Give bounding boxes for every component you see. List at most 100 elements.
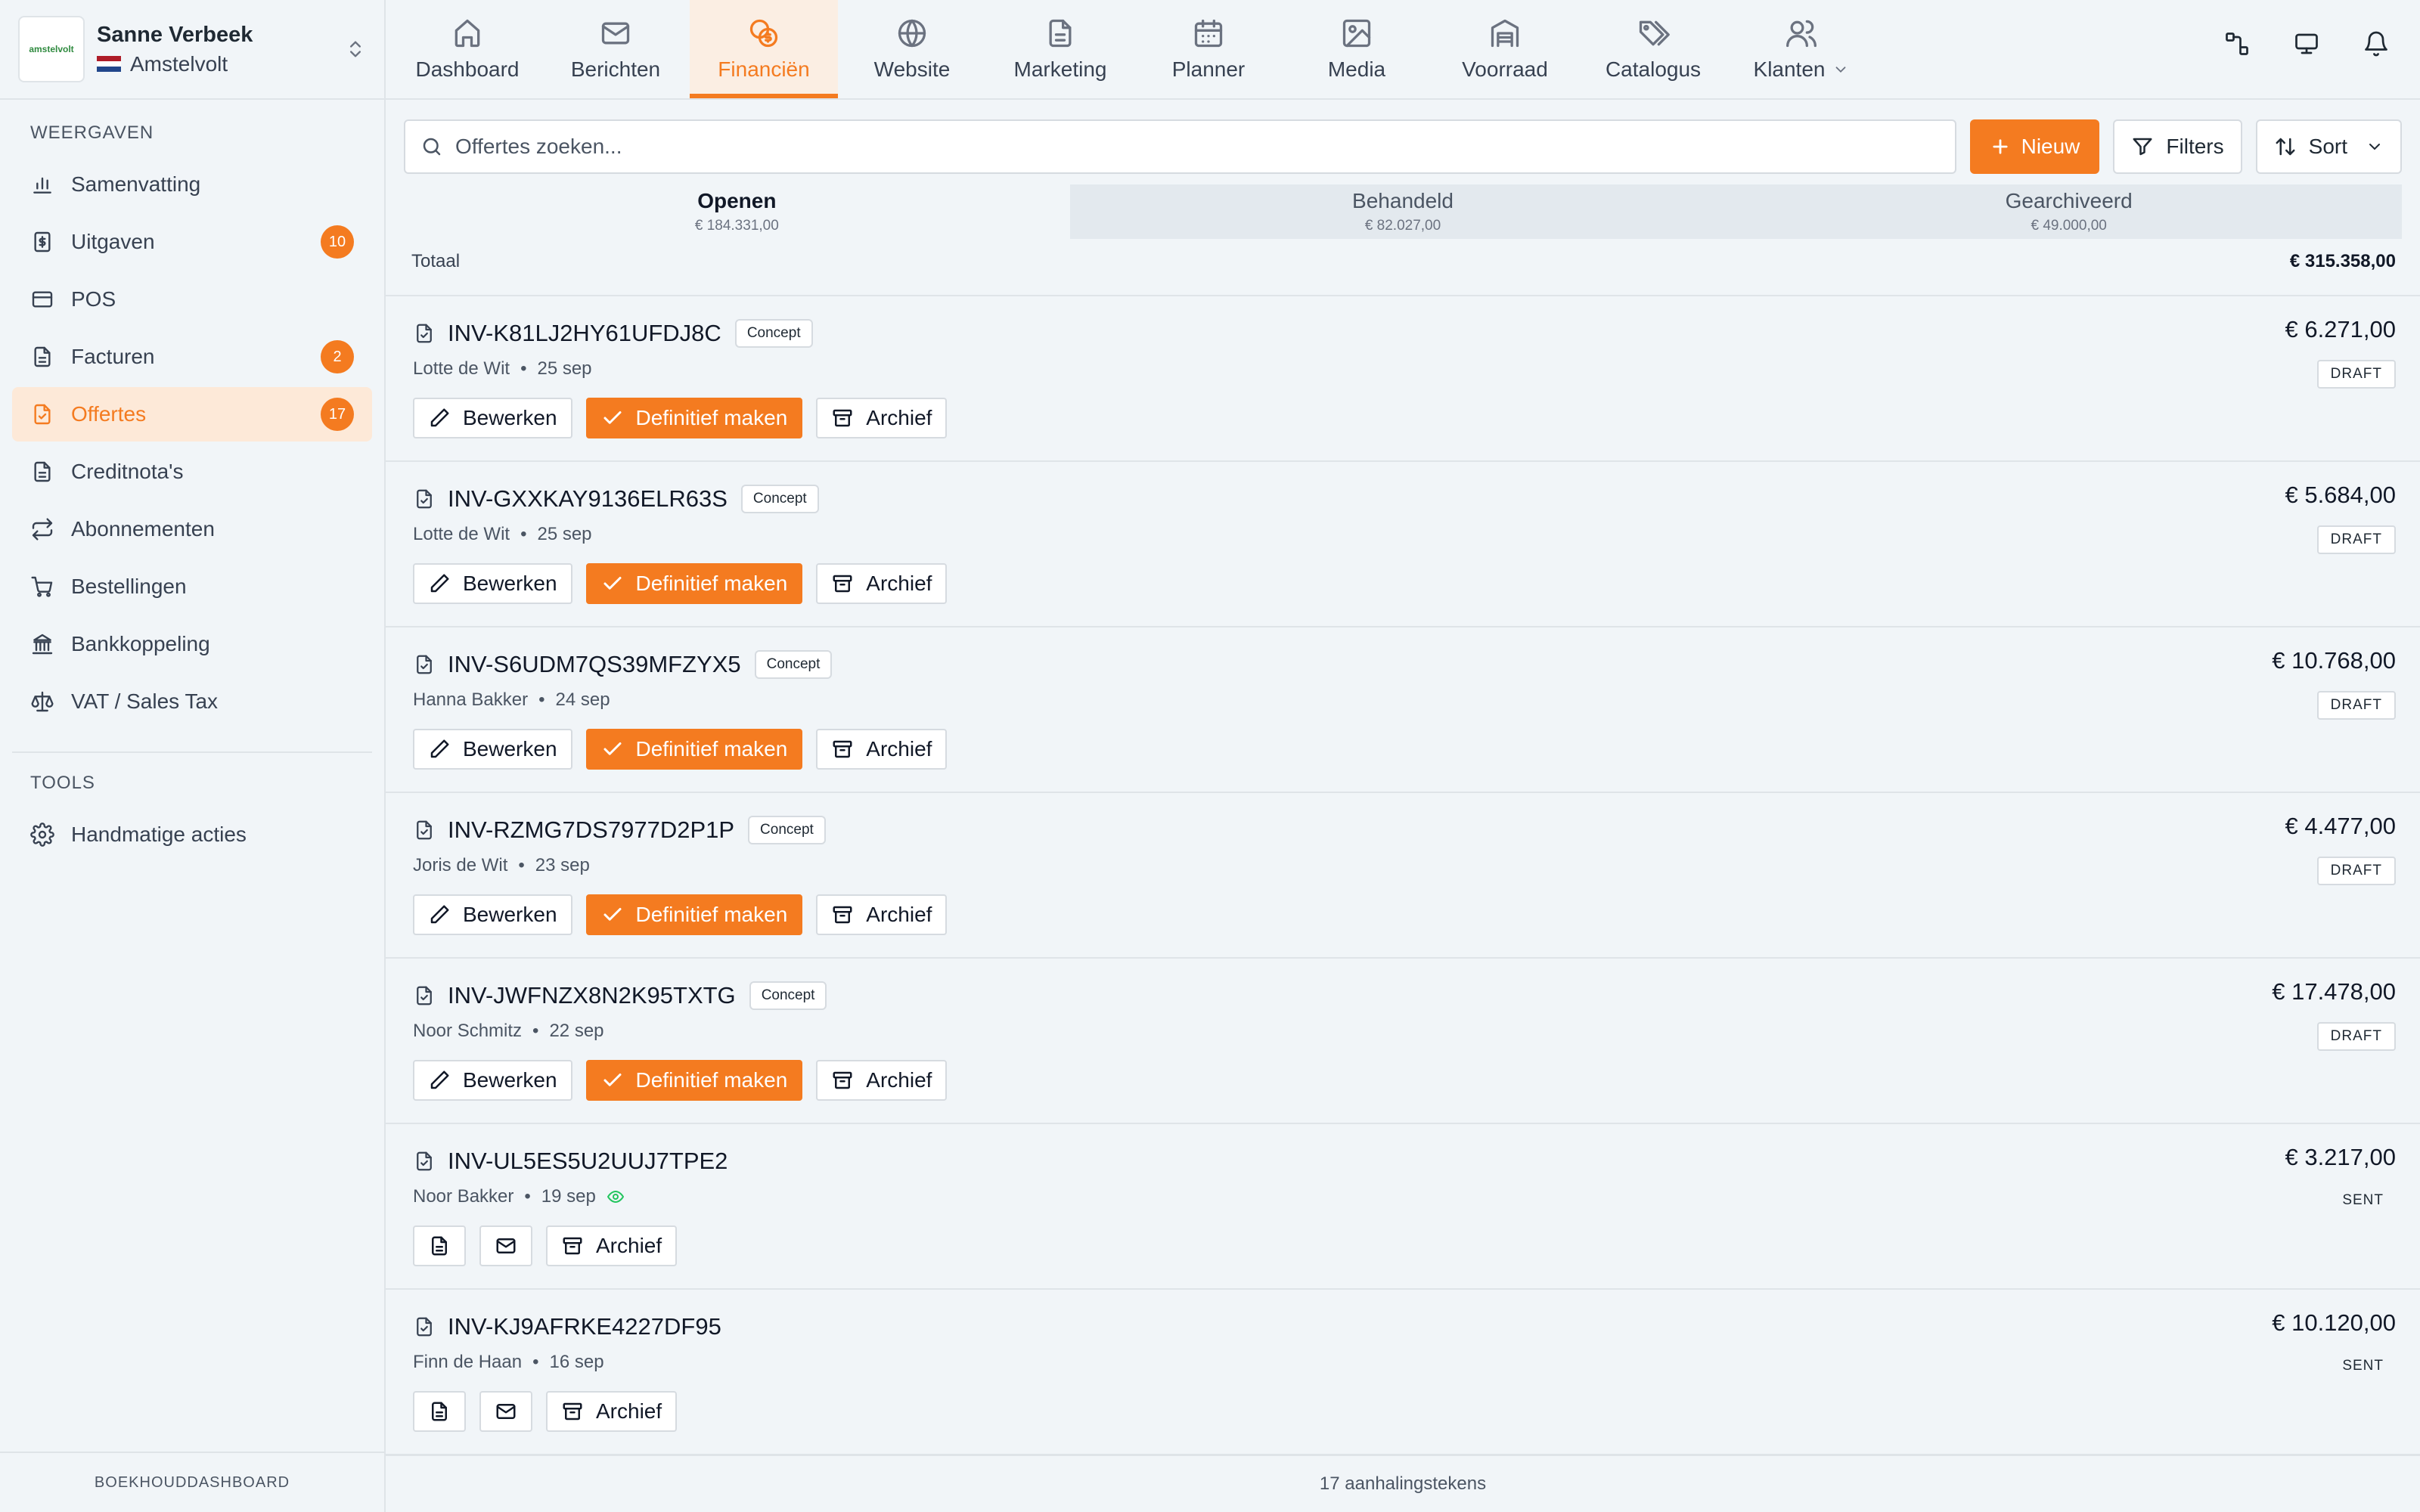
tab-media[interactable]: Media <box>1283 0 1431 98</box>
edit-button[interactable]: Bewerken <box>413 563 572 604</box>
workflow-icon[interactable] <box>2223 30 2251 57</box>
status-tab-value: € 49.000,00 <box>2031 218 2107 234</box>
check-icon <box>603 577 622 590</box>
status-tab-label: Behandeld <box>1352 189 1454 212</box>
view-document-button[interactable] <box>413 1225 466 1266</box>
users-icon <box>1786 20 1817 48</box>
finalize-button[interactable]: Definitief maken <box>585 729 803 770</box>
quote-document-icon <box>417 1317 432 1337</box>
edit-button[interactable]: Bewerken <box>413 729 572 770</box>
customer-name: Finn de Haan <box>413 1352 523 1372</box>
sidebar-item-pos[interactable]: POS <box>12 272 372 327</box>
view-document-button[interactable] <box>413 1391 466 1432</box>
tab-berichten[interactable]: Berichten <box>541 0 690 98</box>
quote-number[interactable]: INV-K81LJ2HY61UFDJ8C <box>448 320 721 347</box>
new-quote-button[interactable]: Nieuw <box>1969 119 2100 174</box>
monitor-icon[interactable] <box>2293 30 2320 57</box>
gear-icon <box>30 823 54 847</box>
status-badge: DRAFT <box>2316 1022 2396 1051</box>
account-switcher[interactable]: amstelvolt Sanne Verbeek Amstelvolt <box>0 0 384 100</box>
send-email-button[interactable] <box>479 1391 532 1432</box>
sidebar-item-label: Abonnementen <box>71 517 215 541</box>
tab-voorraad[interactable]: Voorraad <box>1431 0 1579 98</box>
archive-button[interactable]: Archief <box>816 563 948 604</box>
send-email-button[interactable] <box>479 1225 532 1266</box>
quote-number[interactable]: INV-S6UDM7QS39MFZYX5 <box>448 651 741 678</box>
quote-row[interactable]: INV-JWFNZX8N2K95TXTG Concept Noor Schmitz •… <box>386 959 2420 1124</box>
filters-button[interactable]: Filters <box>2113 119 2242 174</box>
tab-klanten[interactable]: Klanten <box>1727 0 1876 98</box>
search-input[interactable] <box>455 135 1940 159</box>
tab-catalogus[interactable]: Catalogus <box>1579 0 1727 98</box>
sidebar-item-abonnementen[interactable]: Abonnementen <box>12 502 372 556</box>
archive-button[interactable]: Archief <box>546 1225 678 1266</box>
sidebar-item-vat-sales-tax[interactable]: VAT / Sales Tax <box>12 674 372 729</box>
quote-row[interactable]: INV-UL5ES5U2UUJ7TPE2 Noor Bakker • 19 sep Ar… <box>386 1124 2420 1290</box>
customer-name: Noor Schmitz <box>413 1021 523 1041</box>
edit-button[interactable]: Bewerken <box>413 894 572 935</box>
sidebar-item-samenvatting[interactable]: Samenvatting <box>12 157 372 212</box>
finalize-button[interactable]: Definitief maken <box>585 894 803 935</box>
pencil-icon <box>430 739 449 758</box>
sidebar-item-label: Samenvatting <box>71 172 201 196</box>
sidebar-item-bestellingen[interactable]: Bestellingen <box>12 559 372 614</box>
sidebar-item-creditnota-s[interactable]: Creditnota's <box>12 445 372 499</box>
status-tab-openen[interactable]: Openen € 184.331,00 <box>404 184 1070 239</box>
sidebar-item-offertes[interactable]: Offertes 17 <box>12 387 372 442</box>
eye-icon <box>607 1191 624 1203</box>
quote-number[interactable]: INV-UL5ES5U2UUJ7TPE2 <box>448 1148 728 1175</box>
quote-row[interactable]: INV-KJ9AFRKE4227DF95 Finn de Haan • 16 sep A… <box>386 1290 2420 1455</box>
count-badge: 10 <box>321 225 354 259</box>
archive-button[interactable]: Archief <box>816 1060 948 1101</box>
quote-row[interactable]: INV-GXXKAY9136ELR63S Concept Lotte de Wit •… <box>386 462 2420 627</box>
chevron-down-icon <box>1836 67 1846 73</box>
quote-amount: € 10.768,00 <box>2272 647 2396 674</box>
archive-button[interactable]: Archief <box>546 1391 678 1432</box>
status-tab-behandeld[interactable]: Behandeld € 82.027,00 <box>1069 184 1736 239</box>
account-location: Amstelvolt <box>130 51 228 76</box>
status-badge: DRAFT <box>2316 691 2396 720</box>
status-tab-gearchiveerd[interactable]: Gearchiveerd € 49.000,00 <box>1736 184 2403 239</box>
warehouse-icon <box>1491 19 1519 48</box>
quote-number[interactable]: INV-RZMG7DS7977D2P1P <box>448 816 734 844</box>
finalize-button[interactable]: Definitief maken <box>585 563 803 604</box>
quote-row[interactable]: INV-S6UDM7QS39MFZYX5 Concept Hanna Bakker •… <box>386 627 2420 793</box>
tab-website[interactable]: Website <box>838 0 986 98</box>
search-box[interactable] <box>404 119 1956 174</box>
bell-icon[interactable] <box>2363 30 2390 57</box>
sidebar-item-bankkoppeling[interactable]: Bankkoppeling <box>12 617 372 671</box>
quote-date: 23 sep <box>535 855 590 875</box>
archive-button[interactable]: Archief <box>816 398 948 438</box>
sidebar-item-facturen[interactable]: Facturen 2 <box>12 330 372 384</box>
pencil-icon <box>430 408 449 427</box>
tab-marketing[interactable]: Marketing <box>986 0 1134 98</box>
quote-number[interactable]: INV-JWFNZX8N2K95TXTG <box>448 982 736 1009</box>
sidebar-item-label: Bestellingen <box>71 575 187 598</box>
edit-button[interactable]: Bewerken <box>413 398 572 438</box>
quote-document-icon <box>417 986 432 1005</box>
tab-financi-n[interactable]: Financiën <box>690 0 838 98</box>
finalize-button[interactable]: Definitief maken <box>585 1060 803 1101</box>
search-icon <box>423 138 441 156</box>
archive-button[interactable]: Archief <box>816 894 948 935</box>
tab-dashboard[interactable]: Dashboard <box>393 0 541 98</box>
archive-button[interactable]: Archief <box>816 729 948 770</box>
quote-row[interactable]: INV-RZMG7DS7977D2P1P Concept Joris de Wit •… <box>386 793 2420 959</box>
sidebar-item-uitgaven[interactable]: Uitgaven 10 <box>12 215 372 269</box>
sort-button[interactable]: Sort <box>2255 119 2402 174</box>
edit-button[interactable]: Bewerken <box>413 1060 572 1101</box>
finalize-button[interactable]: Definitief maken <box>585 398 803 438</box>
quote-number[interactable]: INV-GXXKAY9136ELR63S <box>448 485 728 513</box>
status-tab-label: Openen <box>697 189 777 212</box>
quote-document-icon <box>417 1151 432 1171</box>
quote-amount: € 17.478,00 <box>2272 978 2396 1005</box>
bar-chart-icon <box>33 177 51 194</box>
toolbar: Nieuw Filters Sort <box>386 100 2420 175</box>
tab-planner[interactable]: Planner <box>1134 0 1283 98</box>
quote-list: INV-K81LJ2HY61UFDJ8C Concept Lotte de Wit •… <box>386 296 2420 1455</box>
quote-number[interactable]: INV-KJ9AFRKE4227DF95 <box>448 1313 721 1340</box>
filter-icon <box>2133 138 2152 156</box>
sidebar-item-handmatige-acties[interactable]: Handmatige acties <box>12 807 372 862</box>
chevron-up-down-icon[interactable] <box>345 36 366 63</box>
quote-row[interactable]: INV-K81LJ2HY61UFDJ8C Concept Lotte de Wit •… <box>386 296 2420 462</box>
